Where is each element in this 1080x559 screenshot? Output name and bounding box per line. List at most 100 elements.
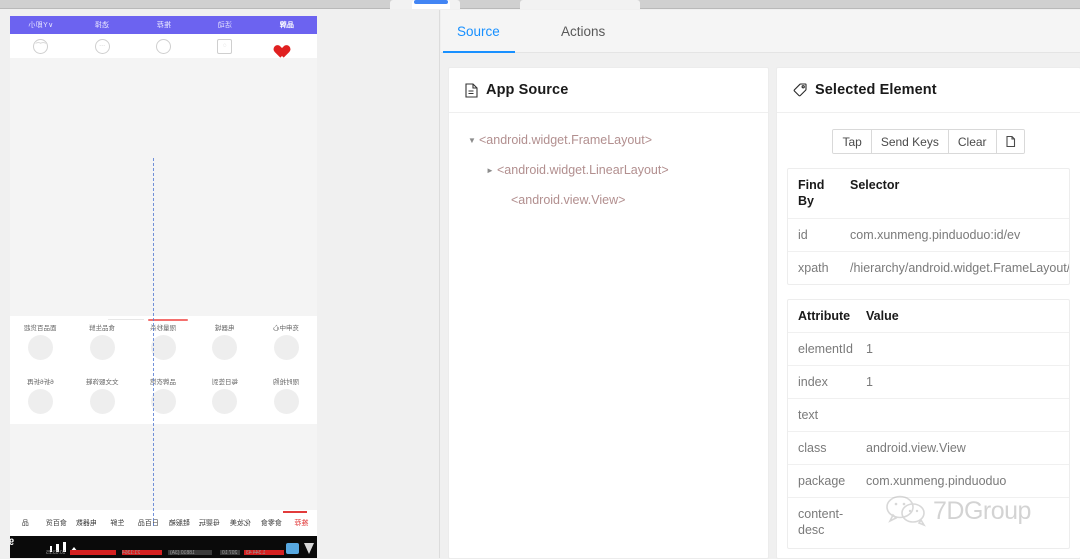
inspector-panel: Source Actions App Source ▼ <android.wid… xyxy=(441,10,1080,558)
attribute-name: content-desc xyxy=(788,498,856,547)
clear-button[interactable]: Clear xyxy=(949,130,997,153)
tab-actions[interactable]: Actions xyxy=(561,24,605,39)
attribute-value[interactable]: 1 xyxy=(856,366,1069,398)
bottom-tab[interactable]: ⽣鲜 xyxy=(102,518,133,528)
table-row[interactable]: text xyxy=(788,399,1069,432)
grid-item[interactable]: 品牌⾐馆 xyxy=(133,376,194,430)
bottom-tab[interactable]: 电器数 xyxy=(71,518,102,528)
table-row[interactable]: xpath /hierarchy/android.widget.FrameLay… xyxy=(788,252,1069,284)
table-row[interactable]: index 1 xyxy=(788,366,1069,399)
attribute-value[interactable]: com.xunmeng.pinduoduo xyxy=(856,465,1069,497)
phone-nav-label: ∨Y即⼩ xyxy=(28,20,53,30)
bottom-tab[interactable]: ⺟婴玩 xyxy=(194,518,225,528)
tag-icon xyxy=(793,83,807,97)
attribute-name: index xyxy=(788,366,856,398)
grid-item[interactable]: 限时抢购 xyxy=(256,376,317,430)
phone-nav-item-1[interactable]: 选择 xyxy=(71,16,132,34)
grid-item[interactable]: ⽂⽂服饰鞋 xyxy=(71,376,132,430)
copy-button[interactable] xyxy=(997,130,1024,153)
grid-item[interactable]: 充申中⼼ xyxy=(256,322,317,376)
selector-value[interactable]: com.xunmeng.pinduoduo:id/ev xyxy=(840,219,1069,251)
phone-top-nav[interactable]: ∨Y即⼩ 选择 推荐 活动 品牌 xyxy=(10,16,317,34)
bottom-tab[interactable]: 化妆美 xyxy=(225,518,256,528)
element-action-group[interactable]: Tap Send Keys Clear xyxy=(832,129,1024,154)
empty-circle-icon xyxy=(156,39,171,54)
phone-nav-item-3[interactable]: 活动 xyxy=(194,16,255,34)
tap-button[interactable]: Tap xyxy=(833,130,871,153)
table-row[interactable]: content-desc xyxy=(788,498,1069,547)
device-screenshot-panel[interactable]: ∨Y即⼩ 选择 推荐 活动 品牌 ⁀⁀ ··· ◌ ⾯品百货超 ⾷品⽣鲜 限量秒… xyxy=(0,10,440,558)
phone-nav-item-2[interactable]: 推荐 xyxy=(133,16,194,34)
attribute-value[interactable]: 1 xyxy=(856,333,1069,365)
attribute-value[interactable] xyxy=(856,498,1069,547)
grid-item[interactable]: 6折6折再 xyxy=(10,376,71,430)
status-bar-time: 9:06 xyxy=(10,537,14,547)
selected-element-header: Selected Element xyxy=(777,68,1080,113)
phone-nav-item-0[interactable]: ∨Y即⼩ xyxy=(10,16,71,34)
circle-placeholder-icon xyxy=(151,335,176,360)
chevron-right-icon[interactable]: ► xyxy=(483,166,497,175)
source-tree[interactable]: ▼ <android.widget.FrameLayout> ► <androi… xyxy=(449,113,768,215)
selected-element-card: Selected Element Tap Send Keys Clear Fin… xyxy=(776,67,1080,559)
phone-nav-label: 品牌 xyxy=(279,20,294,30)
phone-content-body[interactable]: ⾯品百货超 ⾷品⽣鲜 限量秒杀 电器城 充申中⼼ 6折6折再 ⽂⽂服饰鞋 品牌⾐… xyxy=(10,58,317,558)
phone-category-grid[interactable]: ⾯品百货超 ⾷品⽣鲜 限量秒杀 电器城 充申中⼼ 6折6折再 ⽂⽂服饰鞋 品牌⾐… xyxy=(10,316,317,430)
attribute-table-header: Attribute Value xyxy=(788,300,1069,333)
tab-source[interactable]: Source xyxy=(457,24,500,39)
dots-circle-icon: ··· xyxy=(95,39,110,54)
bottom-tab[interactable]: 鞋服箱 xyxy=(164,518,195,528)
smiley-circle-icon: ⁀⁀ xyxy=(33,39,48,54)
phone-icon-cell-2[interactable] xyxy=(133,34,194,58)
phone-icon-cell-0[interactable]: ⁀⁀ xyxy=(10,34,71,58)
phone-category-grid-card[interactable]: ⾯品百货超 ⾷品⽣鲜 限量秒杀 电器城 充申中⼼ 6折6折再 ⽂⽂服饰鞋 品牌⾐… xyxy=(10,316,317,424)
grid-item[interactable]: ⾷品⽣鲜 xyxy=(71,322,132,376)
bottom-tab[interactable]: ⾷零食 xyxy=(256,518,287,528)
phone-icon-cell-1[interactable]: ··· xyxy=(71,34,132,58)
attribute-name: text xyxy=(788,399,856,431)
bottom-tab[interactable]: ⽇百品 xyxy=(133,518,164,528)
status-bar-label: 18810 (3A) xyxy=(170,550,195,556)
attribute-value[interactable] xyxy=(856,399,1069,431)
attribute-table: Attribute Value elementId 1 index 1 text… xyxy=(787,299,1070,548)
chevron-down-icon[interactable]: ▼ xyxy=(465,136,479,145)
phone-icon-cell-3[interactable]: ◌ xyxy=(194,34,255,58)
table-row[interactable]: class android.view.View xyxy=(788,432,1069,465)
table-row[interactable]: elementId 1 xyxy=(788,333,1069,366)
selector-find-by: id xyxy=(788,219,840,251)
phone-bottom-tab-bar[interactable]: 品 ⾷百货 电器数 ⽣鲜 ⽇百品 鞋服箱 ⺟婴玩 化妆美 ⾷零食 推荐 xyxy=(10,510,317,536)
phone-icon-cell-4[interactable] xyxy=(256,34,317,58)
browser-chrome-strip xyxy=(0,0,1080,9)
tree-node-label[interactable]: <android.view.View> xyxy=(511,193,625,207)
send-keys-button[interactable]: Send Keys xyxy=(872,130,949,153)
browser-tab-2[interactable] xyxy=(520,0,640,9)
attribute-value[interactable]: android.view.View xyxy=(856,432,1069,464)
grid-item[interactable]: 电器城 xyxy=(194,322,255,376)
bottom-tab[interactable]: ⾷百货 xyxy=(41,518,72,528)
selector-header-selector: Selector xyxy=(840,169,1069,218)
phone-status-bar: 9:06 10:03:25 21:1364 18810 (3A) 207 10 … xyxy=(10,536,317,558)
status-bar-label: 207 10 xyxy=(222,550,237,556)
app-source-card: App Source ▼ <android.widget.FrameLayout… xyxy=(448,67,769,559)
bottom-tab-active[interactable]: 推荐 xyxy=(286,518,317,528)
document-icon xyxy=(465,83,478,98)
circle-placeholder-icon xyxy=(28,335,53,360)
tree-node[interactable]: ▼ <android.widget.FrameLayout> xyxy=(465,125,768,155)
phone-nav-item-4[interactable]: 品牌 xyxy=(256,16,317,34)
phone-nav-label: 推荐 xyxy=(156,20,171,30)
phone-icon-row[interactable]: ⁀⁀ ··· ◌ xyxy=(10,34,317,58)
tree-node-label[interactable]: <android.widget.LinearLayout> xyxy=(497,163,669,177)
selector-table-header: Find By Selector xyxy=(788,169,1069,219)
tree-node-label[interactable]: <android.widget.FrameLayout> xyxy=(479,133,652,147)
selector-value[interactable]: /hierarchy/android.widget.FrameLayout/an xyxy=(840,252,1069,284)
circle-placeholder-icon xyxy=(274,389,299,414)
grid-item[interactable]: 每⽇签到 xyxy=(194,376,255,430)
bottom-tab[interactable]: 品 xyxy=(10,518,41,528)
grid-item[interactable]: 限量秒杀 xyxy=(133,322,194,376)
table-row[interactable]: package com.xunmeng.pinduoduo xyxy=(788,465,1069,498)
inspector-tab-bar[interactable]: Source Actions xyxy=(441,10,1080,53)
tree-node[interactable]: <android.view.View> xyxy=(465,185,768,215)
device-screen[interactable]: ∨Y即⼩ 选择 推荐 活动 品牌 ⁀⁀ ··· ◌ ⾯品百货超 ⾷品⽣鲜 限量秒… xyxy=(10,16,317,558)
tree-node[interactable]: ► <android.widget.LinearLayout> xyxy=(465,155,768,185)
table-row[interactable]: id com.xunmeng.pinduoduo:id/ev xyxy=(788,219,1069,252)
grid-item[interactable]: ⾯品百货超 xyxy=(10,322,71,376)
